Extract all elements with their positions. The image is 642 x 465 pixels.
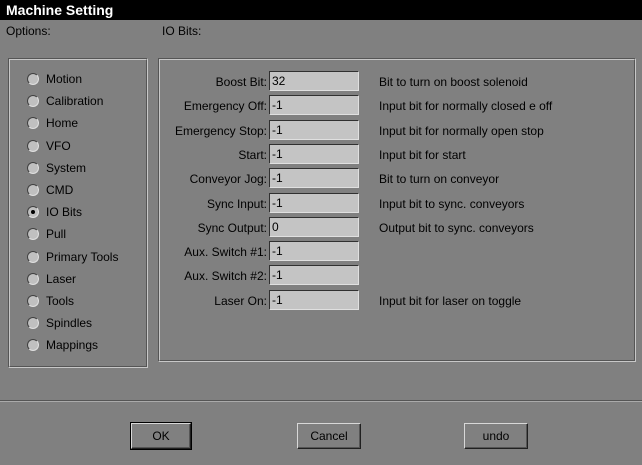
option-label: IO Bits <box>46 205 83 220</box>
io-field-label: Sync Output: <box>197 220 267 235</box>
io-field-description: Bit to turn on boost solenoid <box>379 75 528 89</box>
io-value-input[interactable] <box>269 71 359 91</box>
undo-button[interactable]: undo <box>464 423 528 449</box>
io-row: Sync Input: Input bit to sync. conveyors <box>159 192 639 215</box>
io-field-description: Input bit for normally open stop <box>379 123 544 138</box>
io-field-label: Sync Input: <box>206 196 267 211</box>
io-field-label: Start: <box>238 147 267 162</box>
window-title: Machine Setting <box>0 0 642 20</box>
io-value-input[interactable] <box>269 143 359 164</box>
option-label: Motion <box>46 72 83 86</box>
io-value-input[interactable] <box>269 119 359 140</box>
io-field-description: Input bit for laser on toggle <box>379 293 522 308</box>
io-field-description: Output bit to sync. conveyors <box>379 220 534 235</box>
io-field-label: Aux. Switch #1: <box>184 245 267 260</box>
io-value-input[interactable] <box>269 95 359 116</box>
io-row: Laser On: Input bit for laser on toggle <box>159 289 639 312</box>
io-field-label: Emergency Off: <box>183 99 267 114</box>
io-row: Emergency Off: Input bit for normally clo… <box>159 95 639 117</box>
io-value-input[interactable] <box>269 241 359 262</box>
option-primary-tools[interactable]: Primary Tools <box>27 247 118 267</box>
option-io-bits[interactable]: IO Bits <box>27 202 82 222</box>
option-label: Mappings <box>46 338 99 353</box>
io-field-label: Laser On: <box>214 293 267 308</box>
option-label: CMD <box>46 183 74 197</box>
io-row: Boost Bit: Bit to turn on boost solenoid <box>159 71 639 93</box>
io-row: Sync Output: Output bit to sync. conveyor… <box>159 216 639 239</box>
cancel-button[interactable]: Cancel <box>297 423 361 449</box>
io-field-label: Aux. Switch #2: <box>184 269 267 284</box>
io-bits-label: IO Bits: <box>162 24 202 38</box>
divider <box>0 400 642 402</box>
option-label: Spindles <box>46 316 93 331</box>
option-calibration[interactable]: Calibration <box>27 91 103 111</box>
io-row: Conveyor Jog: Bit to turn on conveyor <box>159 168 639 190</box>
io-field-description: Input bit for normally closed e off <box>379 99 553 114</box>
options-panel: Motion Calibration Home VFO System CMD IO Bits… <box>8 58 148 368</box>
io-value-input[interactable] <box>269 289 359 310</box>
radio-button-icon[interactable] <box>27 139 39 152</box>
radio-button-icon[interactable] <box>27 250 39 263</box>
option-spindles[interactable]: Spindles <box>27 313 92 333</box>
option-label: System <box>46 160 87 175</box>
radio-button-icon[interactable] <box>27 184 39 196</box>
radio-button-icon[interactable] <box>27 228 39 241</box>
io-value-input[interactable] <box>269 265 359 286</box>
option-label: Calibration <box>46 94 104 109</box>
io-field-description: Bit to turn on conveyor <box>379 172 500 187</box>
radio-button-icon[interactable] <box>27 339 39 352</box>
options-label: Options: <box>6 24 51 38</box>
option-system[interactable]: System <box>27 158 86 178</box>
io-row: Emergency Stop: Input bit for normally op… <box>159 119 639 142</box>
radio-button-icon[interactable] <box>27 295 39 307</box>
radio-button-icon[interactable] <box>27 161 39 174</box>
option-mappings[interactable]: Mappings <box>27 335 98 355</box>
io-field-label: Emergency Stop: <box>174 123 267 138</box>
option-label: Home <box>46 116 79 131</box>
option-laser[interactable]: Laser <box>27 269 76 289</box>
radio-button-icon[interactable] <box>27 206 39 219</box>
io-row: Start: Input bit for start <box>159 143 639 166</box>
option-label: Primary Tools <box>46 249 119 264</box>
option-label: VFO <box>46 138 71 153</box>
option-label: Laser <box>46 271 77 286</box>
option-tools[interactable]: Tools <box>27 291 74 311</box>
option-home[interactable]: Home <box>27 113 78 133</box>
io-field-description: Input bit to sync. conveyors <box>379 196 525 211</box>
option-motion[interactable]: Motion <box>27 69 82 89</box>
option-label: Tools <box>46 294 75 308</box>
io-bits-panel: Boost Bit: Bit to turn on boost solenoid E… <box>158 58 636 362</box>
machine-setting-dialog: Machine Setting Options: IO Bits: Motion… <box>0 0 642 465</box>
radio-button-icon[interactable] <box>27 117 39 130</box>
radio-button-icon[interactable] <box>27 73 39 85</box>
option-vfo[interactable]: VFO <box>27 136 71 156</box>
io-value-input[interactable] <box>269 192 359 213</box>
io-row: Aux. Switch #1: <box>159 241 639 263</box>
io-field-label: Conveyor Jog: <box>189 172 267 187</box>
radio-button-icon[interactable] <box>27 317 39 330</box>
radio-button-icon[interactable] <box>27 95 39 108</box>
radio-button-icon[interactable] <box>27 272 39 285</box>
option-cmd[interactable]: CMD <box>27 180 73 200</box>
option-label: Pull <box>46 227 67 242</box>
option-pull[interactable]: Pull <box>27 224 66 244</box>
io-value-input[interactable] <box>269 168 359 189</box>
io-row: Aux. Switch #2: <box>159 265 639 287</box>
io-value-input[interactable] <box>269 216 359 237</box>
io-field-label: Boost Bit: <box>215 75 267 89</box>
io-field-description: Input bit for start <box>379 147 466 162</box>
ok-button[interactable]: OK <box>130 422 192 450</box>
